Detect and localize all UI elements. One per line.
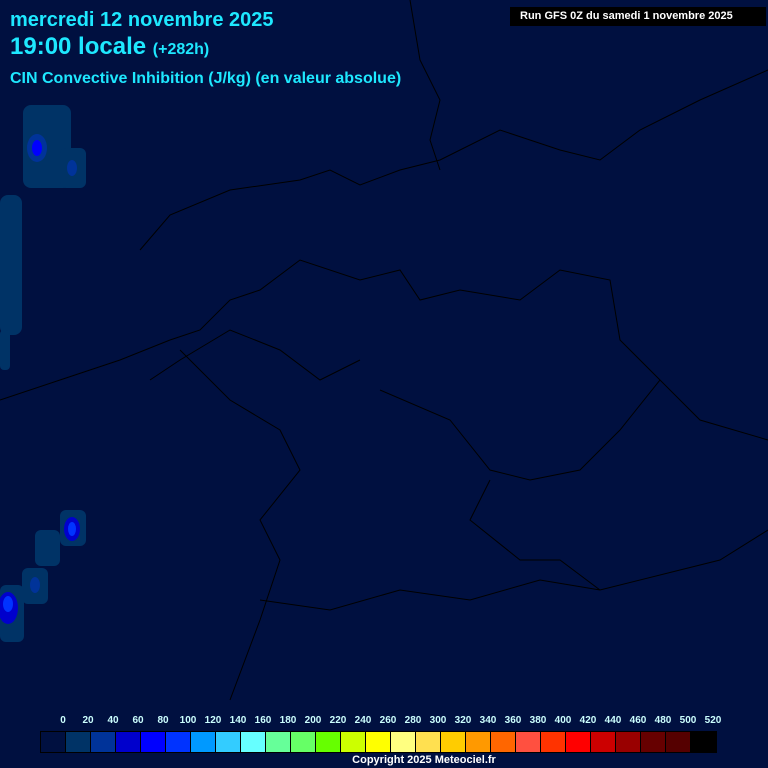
legend-label: 380: [529, 715, 547, 726]
legend-swatch: [441, 732, 466, 752]
legend-swatch: [491, 732, 516, 752]
legend-label: 80: [157, 715, 169, 726]
parameter-title: CIN Convective Inhibition (J/kg) (en val…: [10, 70, 402, 87]
legend-label: 520: [704, 715, 722, 726]
legend-label: 360: [504, 715, 522, 726]
legend-label: 320: [454, 715, 472, 726]
legend-label: 280: [404, 715, 422, 726]
legend-label: 340: [479, 715, 497, 726]
legend-swatch: [366, 732, 391, 752]
legend-label: 0: [60, 715, 66, 726]
legend-label: 500: [679, 715, 697, 726]
legend-swatch: [266, 732, 291, 752]
forecast-date: mercredi 12 novembre 2025: [10, 9, 274, 31]
legend-label: 260: [379, 715, 397, 726]
legend-swatch: [591, 732, 616, 752]
legend-swatch: [216, 732, 241, 752]
legend-swatch: [691, 732, 716, 752]
legend-swatch: [91, 732, 116, 752]
legend-swatch: [316, 732, 341, 752]
forecast-time: 19:00 locale (+282h): [10, 33, 209, 61]
legend-swatch: [241, 732, 266, 752]
legend-swatch: [516, 732, 541, 752]
legend-labels: 0 20 40 60 80 100 120 140 160 180 200 220 240 260 280 3…: [40, 715, 740, 727]
legend-swatch: [116, 732, 141, 752]
legend-label: 220: [329, 715, 347, 726]
legend-swatch: [166, 732, 191, 752]
legend-swatch: [466, 732, 491, 752]
legend-label: 240: [354, 715, 372, 726]
legend-swatch: [616, 732, 641, 752]
legend-swatch: [541, 732, 566, 752]
legend-label: 60: [132, 715, 144, 726]
legend-label: 200: [304, 715, 322, 726]
legend-swatch: [416, 732, 441, 752]
cin-areas: [0, 105, 86, 642]
legend-label: 300: [429, 715, 447, 726]
legend-swatch: [191, 732, 216, 752]
cin-map: [0, 0, 768, 701]
legend-label: 160: [254, 715, 272, 726]
color-legend: [40, 731, 717, 753]
legend-swatch: [666, 732, 691, 752]
legend-label: 140: [229, 715, 247, 726]
coastlines-borders: [0, 0, 768, 701]
legend-swatch: [391, 732, 416, 752]
legend-label: 40: [107, 715, 119, 726]
legend-label: 480: [654, 715, 672, 726]
legend-label: 420: [579, 715, 597, 726]
legend-label: 460: [629, 715, 647, 726]
legend-label: 440: [604, 715, 622, 726]
time-offset: (+282h): [152, 41, 210, 58]
legend-label: 20: [82, 715, 94, 726]
copyright: Copyright 2025 Meteociel.fr: [352, 754, 496, 766]
time-label: 19:00 locale: [10, 33, 147, 60]
legend-label: 120: [204, 715, 222, 726]
legend-swatch: [566, 732, 591, 752]
legend-swatch: [41, 732, 66, 752]
legend-swatch: [66, 732, 91, 752]
legend-label: 180: [279, 715, 297, 726]
legend-swatch: [291, 732, 316, 752]
run-info: Run GFS 0Z du samedi 1 novembre 2025: [510, 7, 766, 26]
legend-swatch: [641, 732, 666, 752]
legend-label: 100: [179, 715, 197, 726]
legend-label: 400: [554, 715, 572, 726]
legend-swatch: [341, 732, 366, 752]
legend-swatch: [141, 732, 166, 752]
